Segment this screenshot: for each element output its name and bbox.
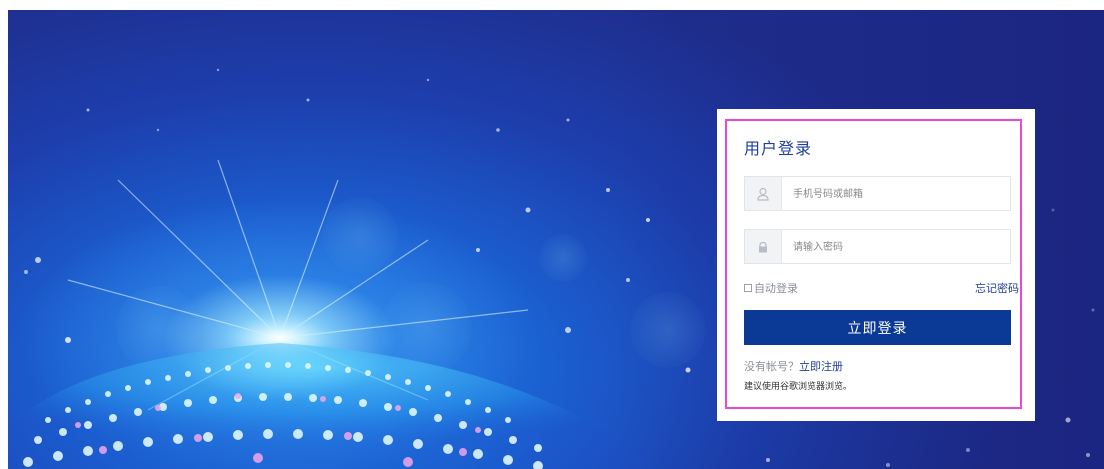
- account-input[interactable]: [791, 183, 1005, 205]
- auto-login-label: 自动登录: [754, 282, 798, 295]
- auto-login-checkbox[interactable]: 自动登录: [744, 280, 798, 296]
- user-icon: [745, 177, 782, 210]
- no-account-text: 没有帐号？: [744, 360, 799, 373]
- background-banner: 用户登录 自动登录 忘记密码 立即登录: [8, 10, 1104, 469]
- register-link[interactable]: 立即注册: [799, 360, 843, 373]
- password-input[interactable]: [791, 236, 1005, 258]
- bokeh-circles: [116, 197, 706, 374]
- password-field[interactable]: [744, 229, 1011, 264]
- login-button[interactable]: 立即登录: [744, 310, 1011, 345]
- login-title: 用户登录: [744, 139, 813, 158]
- forgot-password-link[interactable]: 忘记密码: [975, 280, 1019, 296]
- register-prompt: 没有帐号？立即注册: [744, 358, 843, 374]
- lock-icon: [745, 230, 782, 263]
- browser-tip: 建议使用谷歌浏览器浏览。: [744, 382, 853, 392]
- account-field[interactable]: [744, 176, 1011, 211]
- checkbox-icon[interactable]: [744, 284, 752, 292]
- login-card: 用户登录 自动登录 忘记密码 立即登录: [717, 109, 1035, 421]
